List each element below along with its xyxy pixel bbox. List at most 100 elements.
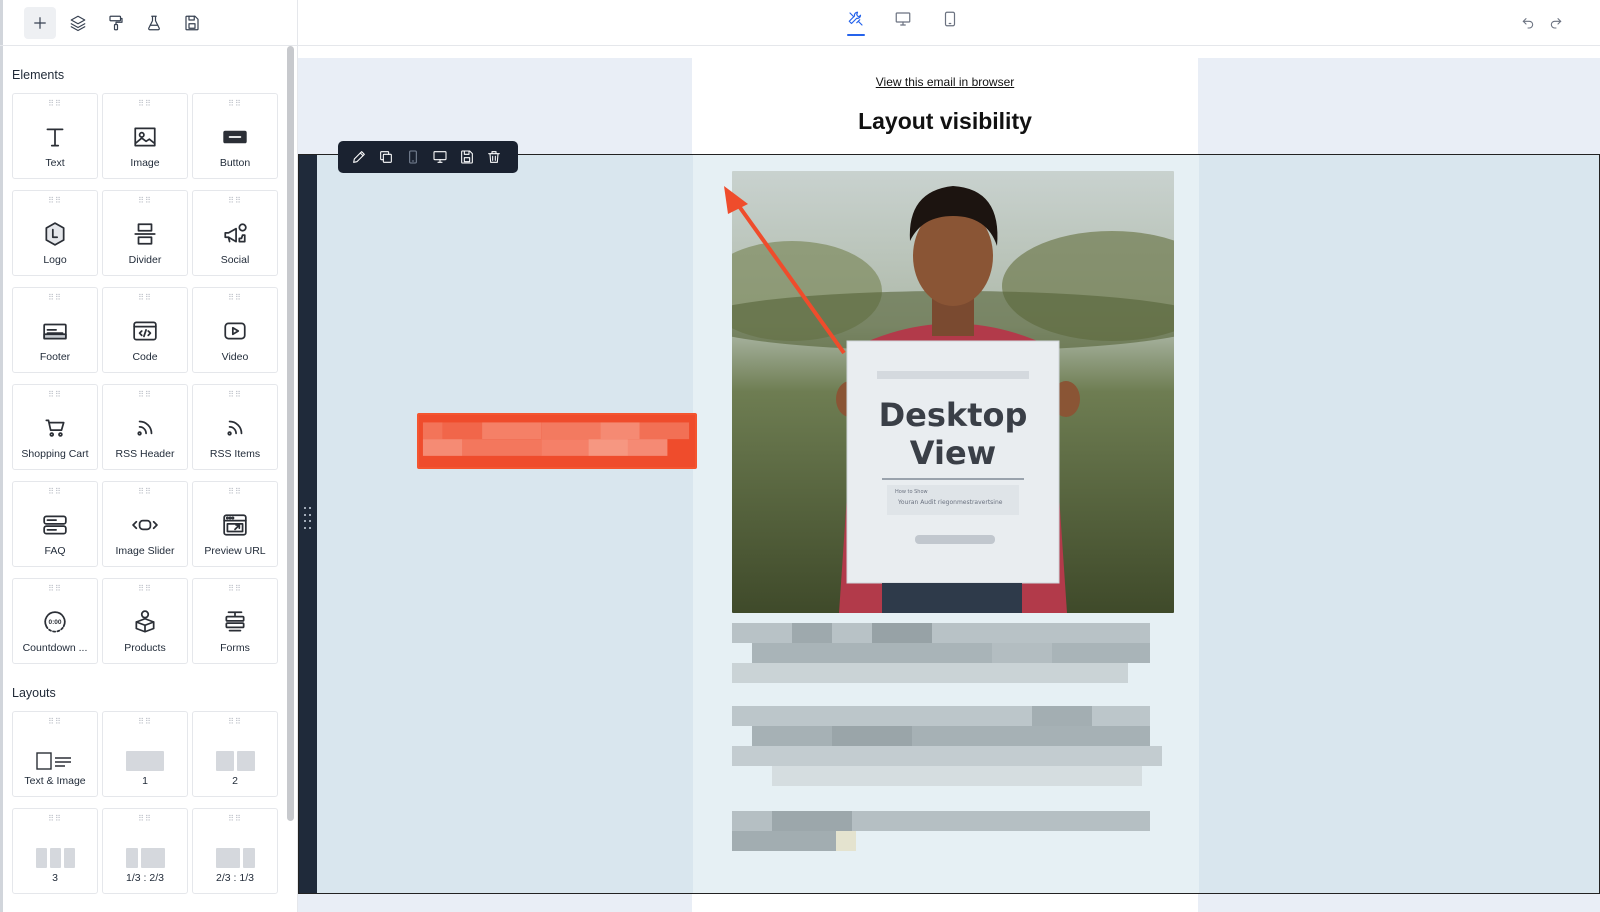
text-icon bbox=[46, 128, 64, 147]
email-heading[interactable]: Layout visibility bbox=[692, 108, 1198, 135]
blurred-text-block[interactable] bbox=[732, 706, 1172, 788]
drag-handle-icon: ⠿⠿ bbox=[228, 717, 242, 726]
undo-button[interactable] bbox=[1520, 14, 1538, 32]
save-button[interactable] bbox=[176, 7, 208, 39]
drag-handle-icon: ⠿⠿ bbox=[228, 196, 242, 205]
element-label: RSS Header bbox=[115, 448, 175, 460]
element-social[interactable]: ⠿⠿ Social bbox=[192, 190, 278, 276]
element-faq[interactable]: ⠿⠿ FAQ bbox=[12, 481, 98, 567]
mobile-view-button[interactable] bbox=[938, 10, 962, 36]
element-image-slider[interactable]: ⠿⠿ Image Slider bbox=[102, 481, 188, 567]
element-shopping-cart[interactable]: ⠿⠿ Shopping Cart bbox=[12, 384, 98, 470]
element-footer[interactable]: ⠿⠿ Footer bbox=[12, 287, 98, 373]
forms-icon bbox=[225, 611, 245, 632]
cart-icon bbox=[45, 419, 65, 437]
edit-view-button[interactable] bbox=[844, 10, 868, 36]
row-side-handle[interactable] bbox=[299, 155, 317, 893]
layout-1[interactable]: ⠿⠿ 1 bbox=[102, 711, 188, 797]
email-body-continuation bbox=[692, 894, 1198, 912]
blurred-text-block[interactable] bbox=[732, 811, 1172, 855]
view-in-browser-link[interactable]: View this email in browser bbox=[692, 75, 1198, 89]
drag-handle-icon: ⠿⠿ bbox=[138, 390, 152, 399]
element-label: RSS Items bbox=[209, 448, 261, 460]
layout-label: Text & Image bbox=[24, 775, 86, 787]
layouts-grid: ⠿⠿ Text & Image ⠿⠿ 1 ⠿⠿ 2 ⠿⠿ 3 ⠿⠿ 1/3: … bbox=[12, 711, 278, 894]
row-action-toolbar bbox=[338, 141, 518, 173]
svg-text:0:00: 0:00 bbox=[48, 619, 61, 626]
element-rss-header[interactable]: ⠿⠿ RSS Header bbox=[102, 384, 188, 470]
element-label: Preview URL bbox=[204, 545, 266, 557]
element-forms[interactable]: ⠿⠿ Forms bbox=[192, 578, 278, 664]
element-logo[interactable]: ⠿⠿ Logo bbox=[12, 190, 98, 276]
flask-icon bbox=[148, 15, 160, 30]
duplicate-icon bbox=[380, 151, 392, 163]
elements-grid: ⠿⠿ Text ⠿⠿ Image ⠿⠿ Button ⠿⠿ Logo ⠿⠿ Di… bbox=[12, 93, 278, 664]
add-button[interactable] bbox=[24, 6, 56, 39]
element-rss-items[interactable]: ⠿⠿ RSS Items bbox=[192, 384, 278, 470]
canvas-spacer bbox=[298, 46, 1600, 58]
element-divider[interactable]: ⠿⠿ Divider bbox=[102, 190, 188, 276]
redo-icon bbox=[1550, 18, 1562, 29]
desktop-view-button[interactable] bbox=[891, 10, 915, 36]
element-image[interactable]: ⠿⠿ Image bbox=[102, 93, 188, 179]
save-row-button[interactable] bbox=[458, 148, 476, 166]
desktop-visibility-button[interactable] bbox=[431, 148, 449, 166]
element-code[interactable]: ⠿⠿ Code bbox=[102, 287, 188, 373]
drag-handle-icon: ⠿⠿ bbox=[228, 390, 242, 399]
selected-layout-row[interactable]: Desktop View How to Show Youran Audit ri… bbox=[298, 141, 1600, 894]
layout-2-3-1-3[interactable]: ⠿⠿ 2/3 : 1/3 bbox=[192, 808, 278, 894]
element-text[interactable]: ⠿⠿ Text bbox=[12, 93, 98, 179]
redaction-pixels bbox=[419, 415, 695, 467]
layout-3[interactable]: ⠿⠿ 3 bbox=[12, 808, 98, 894]
pixelated-text bbox=[732, 811, 1150, 851]
save-row-icon bbox=[461, 150, 473, 164]
sidebar-scrollbar[interactable] bbox=[287, 46, 294, 821]
blurred-text-block[interactable] bbox=[732, 623, 1172, 693]
layout-text-image[interactable]: ⠿⠿ Text & Image bbox=[12, 711, 98, 797]
layout-1-3-2-3[interactable]: ⠿⠿ 1/3 : 2/3 bbox=[102, 808, 188, 894]
mobile-visibility-button[interactable] bbox=[404, 148, 422, 166]
pixelated-text bbox=[732, 623, 1150, 683]
boy-holding-sign-image: Desktop View How to Show Youran Audit ri… bbox=[732, 171, 1174, 613]
drag-handle-icon: ⠿⠿ bbox=[138, 814, 152, 823]
rss-icon bbox=[227, 420, 243, 436]
layout-label: 3 bbox=[52, 872, 58, 884]
social-icon bbox=[224, 223, 247, 243]
delete-row-button[interactable] bbox=[485, 148, 503, 166]
drag-handle-icon: ⠿⠿ bbox=[48, 390, 62, 399]
element-label: Image bbox=[130, 157, 160, 169]
drag-handle-icon: ⠿⠿ bbox=[228, 584, 242, 593]
two-thirds-one-third-icon bbox=[215, 847, 255, 869]
element-preview-url[interactable]: ⠿⠿ Preview URL bbox=[192, 481, 278, 567]
footer-icon bbox=[43, 323, 67, 340]
drag-handle-icon: ⠿⠿ bbox=[138, 99, 152, 108]
countdown-icon: 0:00 bbox=[44, 611, 66, 633]
element-products[interactable]: ⠿⠿ Products bbox=[102, 578, 188, 664]
styles-button[interactable] bbox=[100, 7, 132, 39]
element-label: Divider bbox=[128, 254, 162, 266]
sidebar: Elements ⠿⠿ Text ⠿⠿ Image ⠿⠿ Button ⠿⠿ L… bbox=[0, 0, 298, 912]
layout-label: 1/3 : 2/3 bbox=[126, 872, 164, 884]
test-button[interactable] bbox=[138, 7, 170, 39]
logo-icon bbox=[45, 222, 65, 246]
row-drag-handle-icon[interactable] bbox=[304, 507, 312, 531]
element-button[interactable]: ⠿⠿ Button bbox=[192, 93, 278, 179]
hero-image[interactable]: Desktop View How to Show Youran Audit ri… bbox=[732, 171, 1174, 613]
drag-handle-icon: ⠿⠿ bbox=[48, 584, 62, 593]
preview-url-icon bbox=[223, 514, 247, 536]
layers-button[interactable] bbox=[62, 7, 94, 39]
element-label: Shopping Cart bbox=[21, 448, 89, 460]
layout-2[interactable]: ⠿⠿ 2 bbox=[192, 711, 278, 797]
layers-icon bbox=[70, 15, 86, 31]
duplicate-row-button[interactable] bbox=[377, 148, 395, 166]
element-label: Countdown ... bbox=[22, 642, 88, 654]
elements-heading: Elements bbox=[12, 68, 65, 82]
redo-button[interactable] bbox=[1548, 14, 1566, 32]
element-countdown[interactable]: ⠿⠿ 0:00 Countdown ... bbox=[12, 578, 98, 664]
element-label: Social bbox=[220, 254, 250, 266]
element-label: FAQ bbox=[44, 545, 66, 557]
element-video[interactable]: ⠿⠿ Video bbox=[192, 287, 278, 373]
window-edge bbox=[0, 0, 3, 912]
edit-row-button[interactable] bbox=[350, 148, 368, 166]
button-icon bbox=[223, 130, 247, 144]
